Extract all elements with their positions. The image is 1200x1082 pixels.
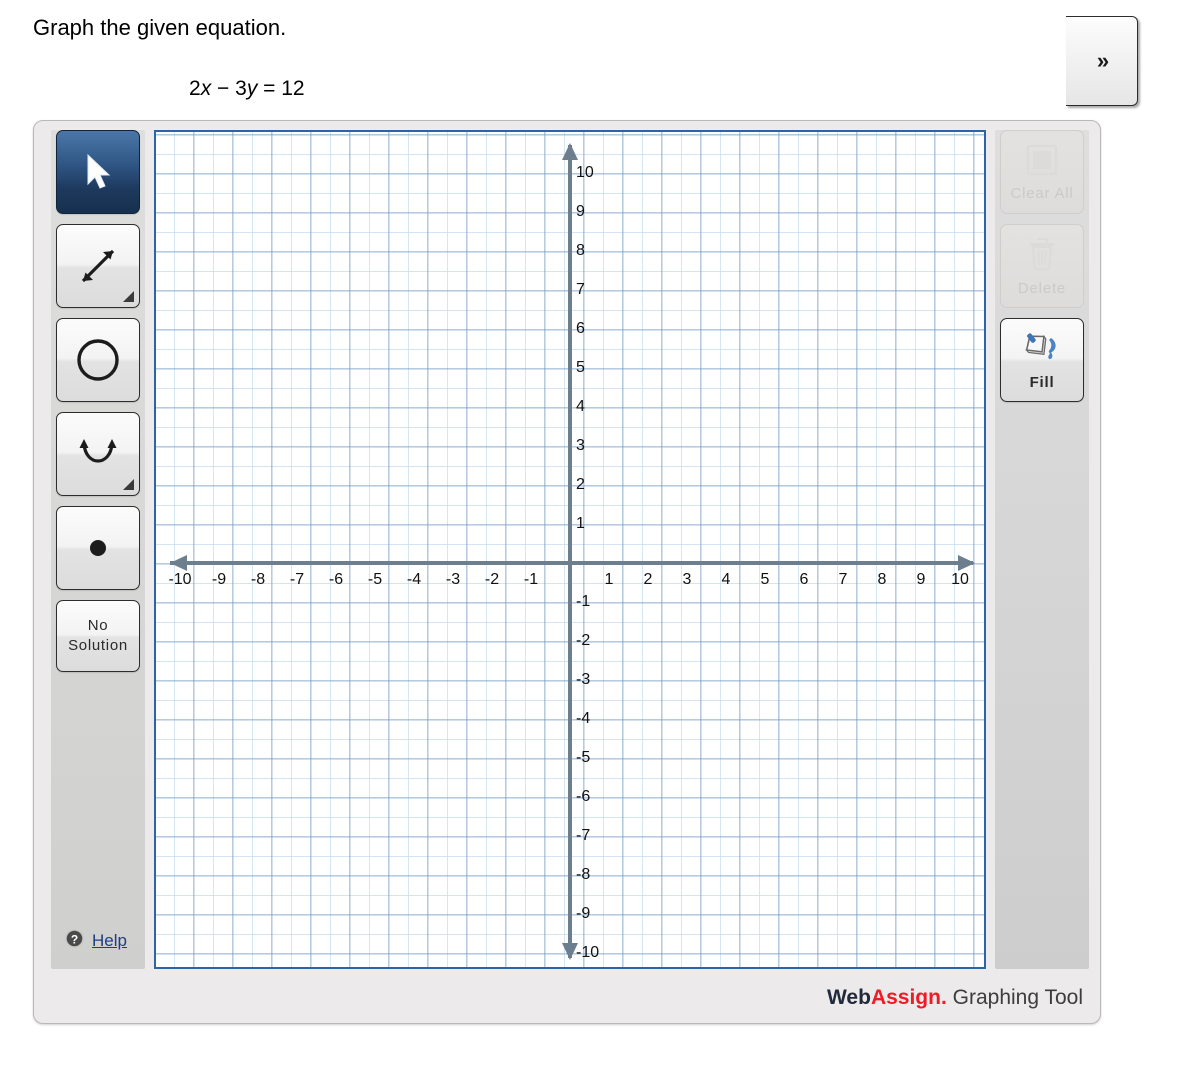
tool-palette: No Solution ? Help [51,130,145,969]
graph-canvas[interactable]: -10 -9 -8 -7 -6 -5 -4 -3 -2 -1 1 2 3 4 5 6 7 8 9 10 10 9 8 7 6 5… [154,130,986,969]
equation-variable-x: x [200,77,212,100]
help-question-mark-icon: ? [64,928,85,954]
x-tick-label: 9 [916,571,926,588]
x-tick-label: -4 [406,571,422,588]
y-tick-label: -4 [576,710,591,727]
x-tick-label: -3 [445,571,461,588]
cursor-arrow-icon [57,131,139,213]
clear-all-icon [1025,143,1059,182]
x-tick-label: -7 [289,571,305,588]
clear-all-label: Clear All [1010,184,1074,202]
delete-label: Delete [1017,279,1067,297]
y-tick-label: -6 [576,788,591,805]
brand-web: Web [826,986,871,1009]
y-tick-label: -8 [576,866,591,883]
y-tick-label: -5 [576,749,591,766]
y-tick-label: 9 [576,203,585,220]
tool-no-solution[interactable]: No Solution [56,600,140,672]
clear-all-button[interactable]: Clear All [1000,130,1084,214]
tool-select[interactable] [56,130,140,214]
webassign-branding: WebAssign. Graphing Tool [827,985,1083,1011]
x-tick-label: 2 [643,571,653,588]
x-tick-label: -6 [328,571,344,588]
y-tick-label: 1 [576,515,585,532]
y-tick-label: -2 [576,632,591,649]
tool-parabola-flyout-indicator[interactable] [123,479,134,490]
equation-right-side: = 12 [257,77,305,100]
fill-button[interactable]: Fill [1000,318,1084,402]
trash-can-icon [1025,236,1059,277]
y-tick-label: -1 [576,593,591,610]
tool-line[interactable] [56,224,140,308]
x-tick-label: 3 [682,571,692,588]
help-label: Help [92,931,127,950]
point-dot-icon [57,507,139,589]
delete-button[interactable]: Delete [1000,224,1084,308]
double-chevron-right-icon: » [1096,48,1109,73]
no-solution-line2: Solution [68,637,128,654]
x-tick-label: 4 [721,571,731,588]
x-tick-label: 5 [760,571,770,588]
coordinate-grid [156,132,984,967]
y-tick-label: -3 [576,671,591,688]
equation-coefficient-1: 2 [189,77,201,100]
y-tick-label: -9 [576,905,591,922]
tool-point[interactable] [56,506,140,590]
circle-icon [57,319,139,401]
x-tick-label: 8 [877,571,887,588]
x-tick-label: -9 [211,571,227,588]
equation-variable-y: y [246,77,258,100]
y-tick-label: 6 [576,320,585,337]
no-solution-line1: No [87,617,109,634]
no-solution-label: No Solution [68,616,128,656]
svg-text:?: ? [71,932,78,946]
x-tick-label: -8 [250,571,266,588]
graphing-tool-frame: No Solution ? Help -10 -9 -8 -7 -6 -5 -4… [33,120,1101,1024]
y-tick-label: -10 [576,944,600,961]
y-tick-label: 3 [576,437,585,454]
paint-bucket-icon [1022,330,1062,371]
x-tick-label: 10 [951,571,969,588]
tool-line-flyout-indicator[interactable] [123,291,134,302]
x-tick-label: -5 [367,571,383,588]
tool-circle[interactable] [56,318,140,402]
y-tick-label: 4 [576,398,585,415]
equation-operator: − 3 [211,77,247,100]
y-tick-label: 10 [576,164,594,181]
y-tick-label: -7 [576,827,591,844]
action-panel: Clear All Delete Fill [995,130,1089,969]
fill-label: Fill [1029,373,1055,391]
tool-parabola[interactable] [56,412,140,496]
help-link[interactable]: ? Help [64,928,127,954]
question-prompt: Graph the given equation. [33,15,287,40]
x-tick-label: -1 [523,571,539,588]
y-tick-label: 2 [576,476,585,493]
y-tick-label: 8 [576,242,585,259]
expand-panel-button[interactable]: » [1066,16,1138,106]
y-tick-label: 5 [576,359,585,376]
brand-tool: Graphing Tool [946,986,1083,1009]
brand-assign: Assign. [870,986,947,1009]
question-equation: 2x − 3y = 12 [189,75,305,103]
x-tick-label: -10 [168,571,192,588]
y-tick-label: 7 [576,281,585,298]
x-tick-label: 7 [838,571,848,588]
x-tick-label: 6 [799,571,809,588]
x-tick-label: 1 [604,571,614,588]
x-tick-label: -2 [484,571,500,588]
